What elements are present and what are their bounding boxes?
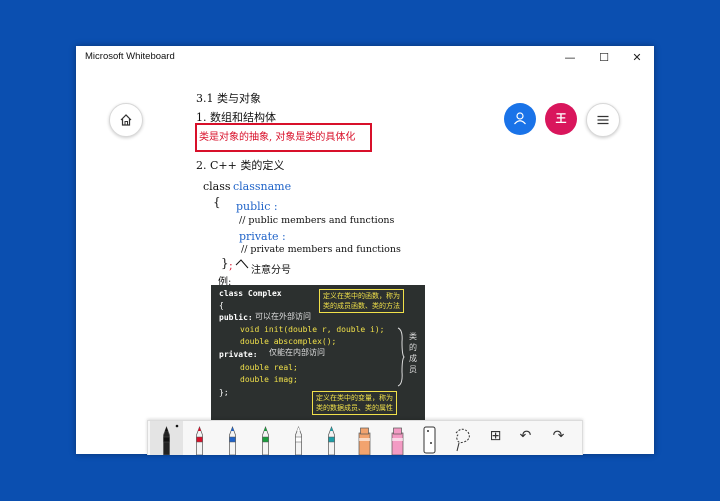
note-open-brace: { xyxy=(213,195,221,209)
callout-text: 类的成员函数、类的方法 xyxy=(323,302,400,310)
note-private-members: // private members and functions xyxy=(241,244,401,255)
user-icon xyxy=(514,112,526,125)
hamburger-icon xyxy=(597,115,609,125)
add-icon: ⊞ xyxy=(489,428,502,444)
code-handwritten-private: 仅能在内部访问 xyxy=(269,348,325,357)
whiteboard-canvas[interactable]: 王 3.1 类与对象 1. 数组和结构体 类是对象的抽象, 对象是类的具体化 2… xyxy=(76,69,654,455)
note-private: private : xyxy=(239,230,286,243)
code-line: private: xyxy=(219,350,258,359)
whiteboard-window: Microsoft Whiteboard — ☐ ✕ 王 3.1 类与对象 1.… xyxy=(76,46,654,455)
add-content-button[interactable]: ⊞ xyxy=(479,421,512,455)
pen-blue-tool[interactable] xyxy=(216,421,249,455)
note-class-keyword: class xyxy=(203,180,231,193)
ballpoint-pen-black-tool[interactable] xyxy=(150,421,183,455)
note-line-section: 3.1 类与对象 xyxy=(196,92,261,105)
callout-data-members: 定义在类中的变量，称为 类的数据成员、类的属性 xyxy=(312,391,397,415)
code-handwritten-public: 可以在外部访问 xyxy=(255,312,311,321)
code-line: void init(double r, double i); xyxy=(240,325,385,334)
minimize-button[interactable]: — xyxy=(553,46,587,69)
eraser-tool[interactable] xyxy=(413,421,446,455)
close-button[interactable]: ✕ xyxy=(620,46,654,69)
account-avatar[interactable]: 王 xyxy=(545,103,577,135)
code-line: double imag; xyxy=(240,375,298,384)
pen-icon xyxy=(229,426,236,455)
note-semicolon: ; xyxy=(229,259,233,272)
pen-teal-tool[interactable] xyxy=(315,421,348,455)
maximize-button[interactable]: ☐ xyxy=(587,46,621,69)
callout-text: 定义在类中的变量，称为 xyxy=(316,394,393,402)
note-line-class-object: 类是对象的抽象, 对象是类的具体化 xyxy=(199,132,356,143)
note-public: public : xyxy=(236,200,278,213)
callout-text: 类的数据成员、类的属性 xyxy=(316,404,393,412)
pen-icon xyxy=(262,426,269,455)
code-line: double abscomplex(); xyxy=(240,337,337,346)
pen-green-tool[interactable] xyxy=(249,421,282,455)
note-line-cpp-class: 2. C++ 类的定义 xyxy=(196,159,285,172)
undo-button[interactable]: ↶ xyxy=(509,421,542,455)
code-example-image[interactable]: class Complex { public: 可以在外部访问 void ini… xyxy=(211,285,425,438)
code-line: double real; xyxy=(240,363,298,372)
redo-icon: ↷ xyxy=(552,428,565,444)
brace-icon xyxy=(397,327,405,387)
pen-white-tool[interactable] xyxy=(282,421,315,455)
pen-red-tool[interactable] xyxy=(183,421,216,455)
invite-user-button[interactable] xyxy=(504,103,536,135)
lasso-icon xyxy=(455,428,470,452)
settings-menu-button[interactable] xyxy=(586,103,620,137)
code-line: class Complex xyxy=(219,289,282,298)
pen-icon xyxy=(328,426,335,455)
note-classname: classname xyxy=(233,180,292,193)
pen-icon xyxy=(295,426,302,455)
highlighter-pink-tool[interactable] xyxy=(381,421,414,455)
code-line: public: xyxy=(219,313,253,322)
pen-icon xyxy=(163,424,179,455)
redo-button[interactable]: ↷ xyxy=(542,421,575,455)
arrow-icon xyxy=(235,259,249,269)
highlighter-icon xyxy=(358,427,371,455)
note-semicolon-reminder: 注意分号 xyxy=(251,265,291,276)
code-handwritten-members: 类的成员 xyxy=(409,332,417,374)
code-line: { xyxy=(219,301,224,310)
callout-text: 定义在类中的函数，称为 xyxy=(323,292,400,300)
callout-member-functions: 定义在类中的函数，称为 类的成员函数、类的方法 xyxy=(319,289,404,313)
highlighter-icon xyxy=(391,427,404,455)
pen-icon xyxy=(196,426,203,455)
home-button[interactable] xyxy=(109,103,143,137)
home-icon xyxy=(120,114,132,126)
window-title: Microsoft Whiteboard xyxy=(85,51,175,62)
highlighter-orange-tool[interactable] xyxy=(348,421,381,455)
lasso-select-tool[interactable] xyxy=(446,421,479,455)
title-bar: Microsoft Whiteboard — ☐ ✕ xyxy=(76,46,654,70)
code-line: }; xyxy=(219,388,229,397)
note-public-members: // public members and functions xyxy=(239,215,395,226)
inking-toolbar: ↷ ↶ ⊞ xyxy=(147,420,583,455)
undo-icon: ↶ xyxy=(519,428,532,444)
eraser-icon xyxy=(423,426,436,454)
note-close-brace: } xyxy=(221,256,229,270)
